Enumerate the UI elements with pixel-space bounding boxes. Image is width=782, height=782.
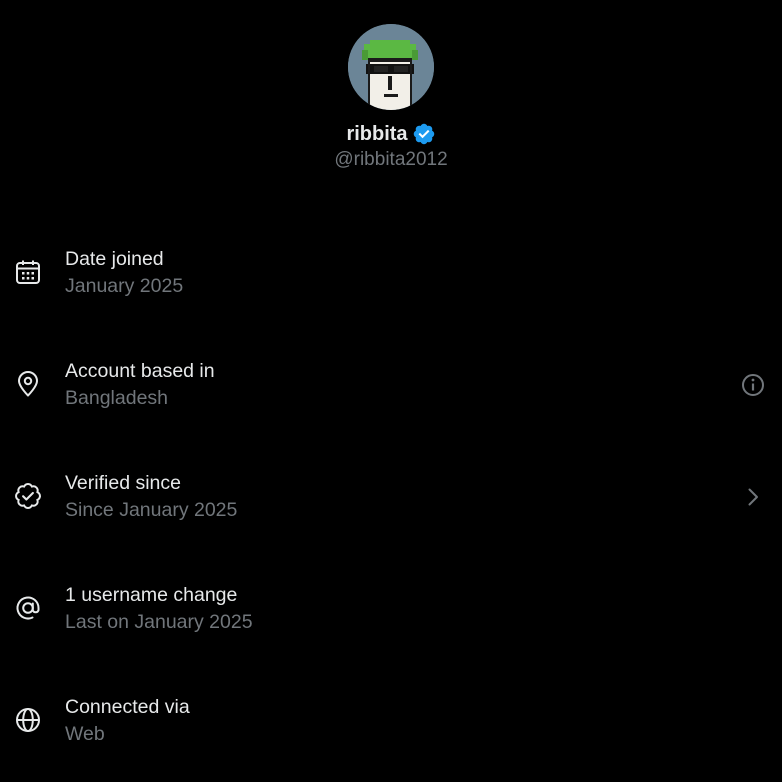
row-label: 1 username change (65, 584, 238, 606)
verified-badge-icon[interactable] (412, 122, 436, 146)
row-date-joined: Date joined January 2025 (0, 222, 782, 334)
row-label: Date joined (65, 248, 164, 270)
location-pin-icon (18, 371, 38, 397)
row-label: Account based in (65, 360, 215, 382)
row-value: Web (65, 723, 105, 745)
row-text: Date joined January 2025 (65, 246, 183, 299)
row-connected-via: Connected via Web (0, 670, 782, 782)
row-text: Verified since Since January 2025 (65, 470, 237, 523)
row-label: Connected via (65, 696, 190, 718)
row-label: Verified since (65, 472, 181, 494)
row-text: 1 username change Last on January 2025 (65, 582, 253, 635)
account-info-list: Date joined January 2025 Account based i… (0, 222, 782, 782)
info-icon[interactable] (740, 372, 766, 398)
row-text: Connected via Web (65, 694, 190, 747)
row-value: Bangladesh (65, 387, 169, 409)
profile-header: ribbita @ribbita2012 (0, 24, 782, 171)
row-text: Account based in Bangladesh (65, 358, 215, 411)
row-value: Since January 2025 (65, 499, 238, 521)
row-verified-since[interactable]: Verified since Since January 2025 (0, 446, 782, 558)
username-handle: @ribbita2012 (334, 149, 448, 170)
pixel-punk-avatar-icon (348, 24, 434, 110)
row-username-change: 1 username change Last on January 2025 (0, 558, 782, 670)
row-account-based-in: Account based in Bangladesh (0, 334, 782, 446)
row-value: January 2025 (65, 275, 184, 297)
globe-icon (16, 708, 40, 732)
display-name: ribbita (346, 122, 408, 145)
name-row: ribbita (346, 121, 435, 147)
chevron-right-icon[interactable] (740, 484, 766, 510)
verified-check-icon (15, 483, 41, 509)
calendar-icon (16, 260, 40, 284)
row-value: Last on January 2025 (65, 611, 253, 633)
at-sign-icon (16, 596, 40, 620)
avatar[interactable] (348, 24, 434, 110)
